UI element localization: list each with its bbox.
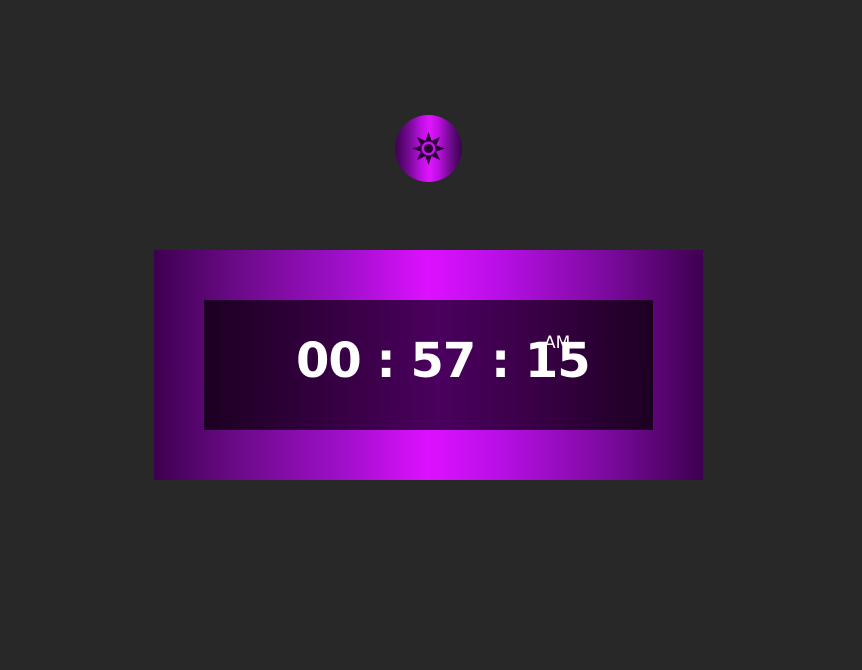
- theme-toggle-button[interactable]: [395, 115, 462, 182]
- clock-frame: 00 : 57 : 15 AM: [154, 250, 703, 480]
- sun-icon: [412, 132, 445, 165]
- separator: :: [376, 333, 396, 389]
- meridiem-label: AM: [544, 333, 571, 353]
- clock-display: 00 : 57 : 15 AM: [204, 300, 653, 430]
- minutes: 57: [410, 333, 476, 389]
- hours: 00: [296, 333, 362, 389]
- page: 00 : 57 : 15 AM: [0, 0, 862, 670]
- separator: :: [490, 333, 510, 389]
